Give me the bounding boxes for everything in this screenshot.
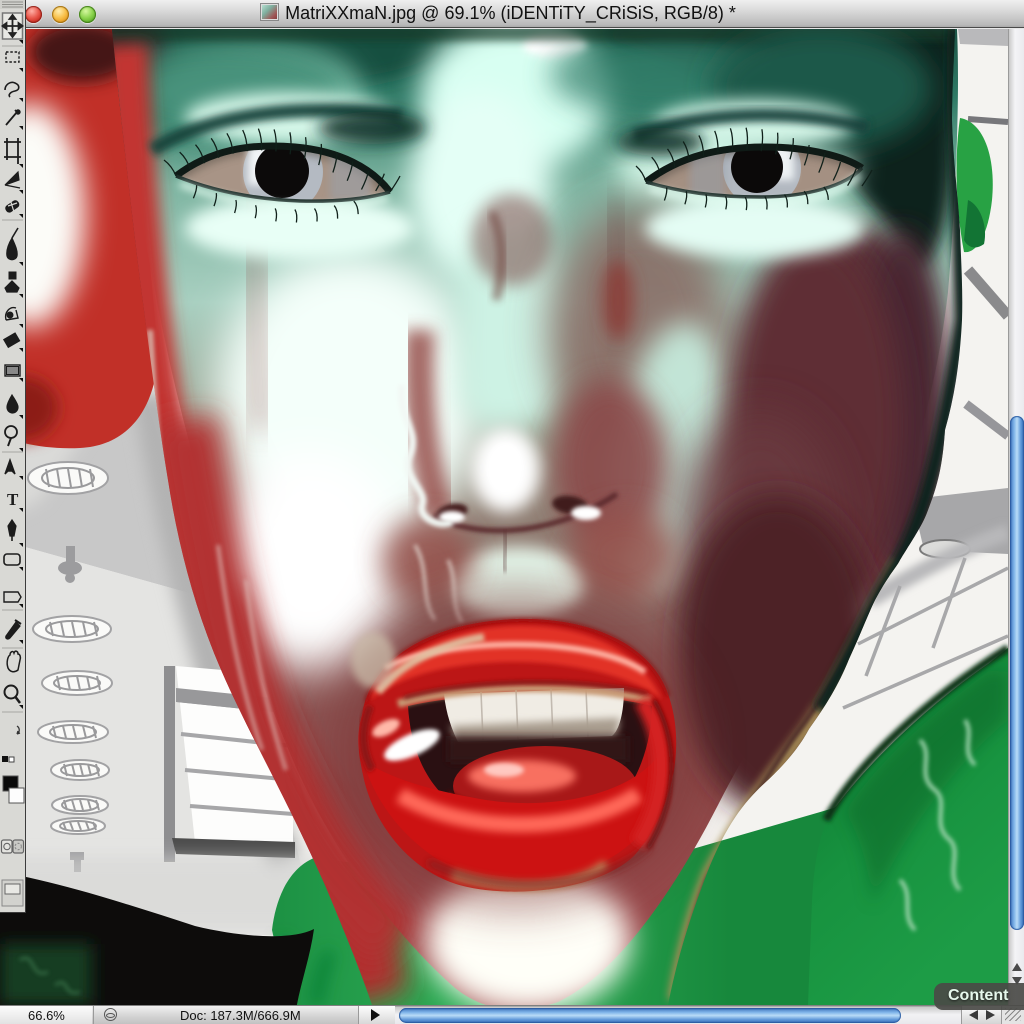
svg-text:T: T: [7, 490, 19, 509]
